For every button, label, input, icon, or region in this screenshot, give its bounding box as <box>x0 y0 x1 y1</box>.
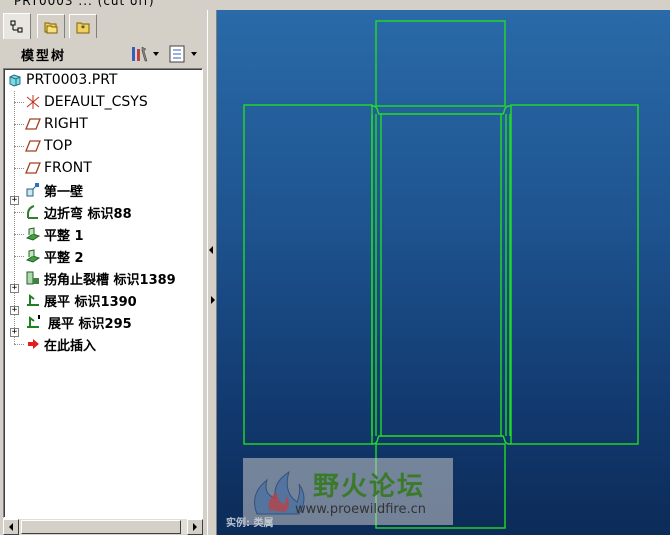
tree-show-button[interactable] <box>167 44 201 64</box>
scroll-thumb[interactable] <box>21 520 181 534</box>
tree-item-label: 拐角止裂槽 标识1389 <box>44 272 176 288</box>
unbend-icon <box>24 292 41 309</box>
tree-item-unbend-1390[interactable]: 展平 标识1390 <box>24 289 202 311</box>
forum-watermark: 野火论坛 www.proewildfire.cn <box>243 458 453 525</box>
title-bar: PRT0003 ... (cut off) <box>0 0 670 10</box>
tree-item-insert-here[interactable]: 在此插入 <box>24 333 202 355</box>
corner-relief-icon <box>24 270 41 287</box>
tab-favorites[interactable]: * <box>69 14 97 38</box>
tree-item-label: FRONT <box>44 160 92 176</box>
model-tree[interactable]: PRT0003.PRT DEFAULT_CSYS RIGHT TOP FRONT… <box>3 68 203 518</box>
tree-header: 模型树 <box>3 40 203 68</box>
graphics-window[interactable]: 实例: 类属 <box>217 10 670 535</box>
tree-item-label: 第一壁 <box>44 184 84 200</box>
favorites-folder-icon: * <box>76 22 90 33</box>
tree-item-label: DEFAULT_CSYS <box>44 94 148 110</box>
tree-item-label: TOP <box>44 138 73 154</box>
tree-item-label: 展平 标识1390 <box>44 294 137 310</box>
unbend-icon <box>24 314 41 331</box>
scroll-left-button[interactable] <box>3 519 19 535</box>
tree-item-label: 在此插入 <box>44 338 97 354</box>
navigator-panel: * 模型树 PRT0003.PRT DEFAULT_CSYS RIGHT TOP… <box>0 10 207 535</box>
first-wall-icon <box>24 182 41 199</box>
tree-connector <box>14 212 24 213</box>
window-title: PRT0003 ... (cut off) <box>14 0 155 8</box>
panel-title: 模型树 <box>21 48 67 64</box>
svg-text:*: * <box>81 24 85 33</box>
expand-toggle[interactable]: + <box>10 306 19 315</box>
watermark-title: 野火论坛 <box>313 472 426 502</box>
tree-item-label: 平整 1 <box>44 228 84 244</box>
tree-connector <box>14 344 24 345</box>
tree-item-front[interactable]: FRONT <box>24 157 202 179</box>
flat-wall-icon <box>24 226 41 243</box>
tree-item-label: 平整 2 <box>44 250 84 266</box>
insert-here-arrow-icon <box>24 336 41 353</box>
tree-icon <box>10 20 23 32</box>
scroll-right-button[interactable] <box>187 519 203 535</box>
tree-item-label: 展平 标识295 <box>48 316 132 332</box>
tree-item-flat-2[interactable]: 平整 2 <box>24 245 202 267</box>
center-panel-outline <box>371 105 511 445</box>
expand-toggle[interactable]: + <box>10 196 19 205</box>
tree-item-label: 边折弯 标识88 <box>44 206 132 222</box>
collapse-left-arrow-icon[interactable] <box>209 246 213 254</box>
tree-connector <box>14 146 24 147</box>
tree-connector <box>14 102 24 103</box>
left-wall-outline <box>243 104 373 445</box>
tree-item-label: PRT0003.PRT <box>26 72 118 88</box>
tree-connector <box>14 256 24 257</box>
csys-icon <box>24 94 41 111</box>
top-flap-outline <box>375 20 506 107</box>
tree-item-right[interactable]: RIGHT <box>24 113 202 135</box>
tree-connector <box>14 234 24 235</box>
panel-splitter[interactable] <box>207 10 217 535</box>
right-wall-outline <box>510 104 639 445</box>
tree-connector <box>14 124 24 125</box>
tools-icon <box>132 46 159 62</box>
tree-item-corner-relief[interactable]: 拐角止裂槽 标识1389 <box>24 267 202 289</box>
tree-item-edge-bend[interactable]: 边折弯 标识88 <box>24 201 202 223</box>
tree-connector <box>14 168 24 169</box>
datum-plane-icon <box>24 138 41 155</box>
tree-item-unbend-295[interactable]: 展平 标识295 <box>24 311 202 333</box>
expand-toggle[interactable]: + <box>10 284 19 293</box>
arrow-right-icon <box>193 523 197 531</box>
tab-model-tree[interactable] <box>3 13 31 39</box>
arrow-left-icon <box>9 523 13 531</box>
tree-item-label: RIGHT <box>44 116 88 132</box>
navigator-tabs: * <box>3 13 203 40</box>
app-window: PRT0003 ... (cut off) * 模型树 PRT0003.PRT … <box>0 0 670 535</box>
tree-item-top[interactable]: TOP <box>24 135 202 157</box>
part-icon <box>6 72 23 89</box>
tree-item-csys[interactable]: DEFAULT_CSYS <box>24 91 202 113</box>
tree-settings-button[interactable] <box>129 44 161 64</box>
flat-pattern-drawing <box>243 20 639 529</box>
tree-item-flat-1[interactable]: 平整 1 <box>24 223 202 245</box>
folder-icon <box>44 22 58 33</box>
tree-item-root[interactable]: PRT0003.PRT <box>6 69 202 91</box>
datum-plane-icon <box>24 116 41 133</box>
expand-toggle[interactable]: + <box>10 328 19 337</box>
list-icon <box>169 45 197 63</box>
edge-bend-icon <box>24 204 41 221</box>
watermark-url: www.proewildfire.cn <box>295 502 426 517</box>
datum-plane-icon <box>24 160 41 177</box>
tree-horizontal-scrollbar[interactable] <box>3 518 203 535</box>
tree-item-first-wall[interactable]: 第一壁 <box>24 179 202 201</box>
expand-right-arrow-icon[interactable] <box>211 296 215 304</box>
flat-wall-icon <box>24 248 41 265</box>
tab-folders[interactable] <box>37 14 65 38</box>
